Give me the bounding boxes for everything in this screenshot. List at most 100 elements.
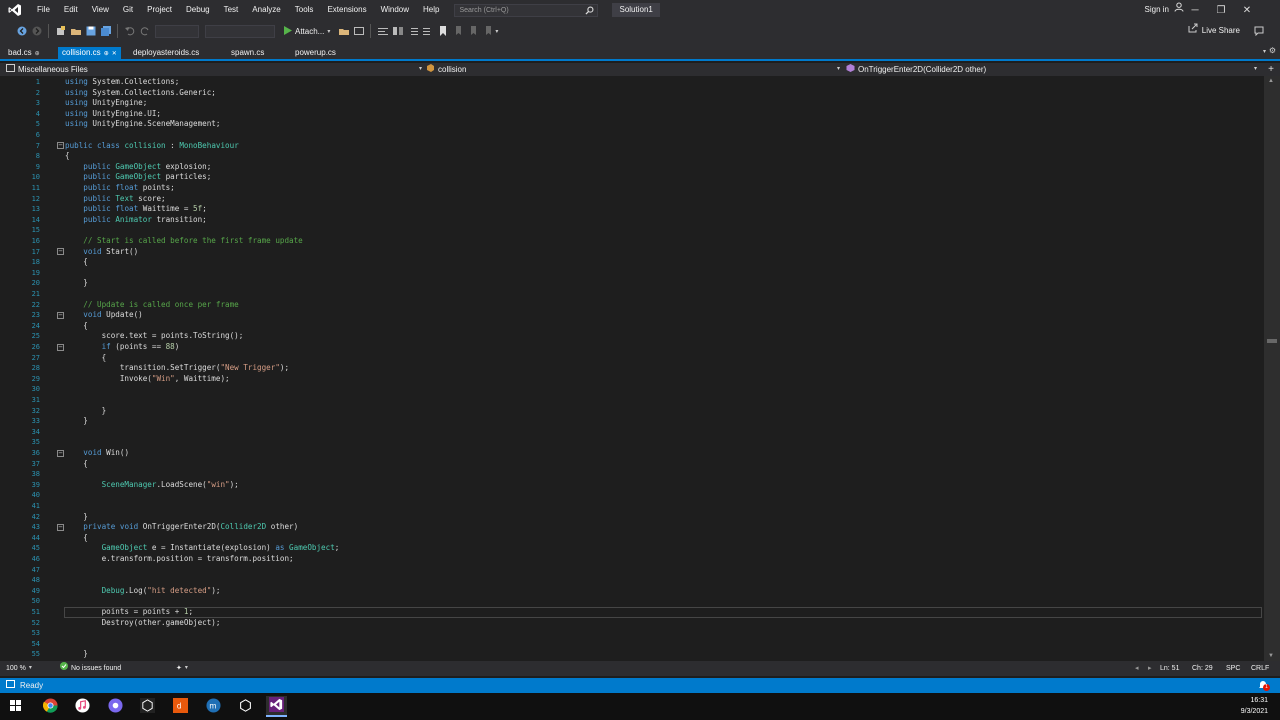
code-line[interactable]: transition.SetTrigger("New Trigger"); [65,363,289,374]
next-bookmark-icon[interactable] [467,26,478,37]
code-line[interactable]: points = points + 1; [65,607,193,618]
code-line[interactable]: private void OnTriggerEnter2D(Collider2D… [65,522,298,533]
close-tab-icon[interactable]: ✕ [112,51,117,57]
code-line[interactable]: // Update is called once per frame [65,300,238,311]
taskbar-chrome[interactable] [40,696,61,717]
forward-icon[interactable] [31,26,42,37]
code-line[interactable]: Destroy(other.gameObject); [65,618,221,629]
toolbar-overflow-icon[interactable]: ▾ [495,28,498,35]
code-line[interactable]: { [65,257,88,268]
menu-test[interactable]: Test [217,0,246,20]
code-line[interactable]: public Text score; [65,194,165,205]
restore-button[interactable]: ❐ [1208,0,1234,20]
code-line[interactable]: public GameObject particles; [65,172,211,183]
code-line[interactable]: public float Waittime = 5f; [65,204,206,215]
code-line[interactable]: public class collision : MonoBehaviour [65,141,239,152]
project-dropdown[interactable]: Miscellaneous Files ▾ [6,63,426,76]
sign-in-button[interactable]: Sign in [1145,0,1184,20]
back-icon[interactable] [16,26,27,37]
live-share-button[interactable]: Live Share [1188,20,1240,42]
whitespace-indicator[interactable]: SPC [1226,661,1240,676]
code-line[interactable]: using System.Collections; [65,77,179,88]
prev-bookmark-icon[interactable] [452,26,463,37]
code-line[interactable]: // Start is called before the first fram… [65,236,302,247]
code-line[interactable]: GameObject e = Instantiate(explosion) as… [65,543,340,554]
taskbar-mu-editor[interactable]: m [203,696,224,717]
indent-icon[interactable] [422,26,433,37]
code-line[interactable]: { [65,353,107,364]
code-line[interactable]: using UnityEngine.UI; [65,109,161,120]
menu-debug[interactable]: Debug [179,0,217,20]
redo-icon[interactable] [139,26,150,37]
code-line[interactable]: void Update() [65,310,142,321]
code-line[interactable]: { [65,151,70,162]
code-line[interactable]: SceneManager.LoadScene("win"); [65,480,239,491]
tab-deployasteroids-cs[interactable]: deployasteroids.cs [129,47,203,59]
search-input[interactable]: Search (Ctrl+Q) [454,3,599,17]
format-icon[interactable] [377,26,388,37]
platform-dropdown[interactable] [205,24,275,38]
taskbar-unity-hub[interactable] [137,696,158,717]
code-line[interactable]: e.transform.position = transform.positio… [65,554,294,565]
member-dropdown[interactable]: OnTriggerEnter2D(Collider2D other) ▾ [846,63,1261,76]
menu-edit[interactable]: Edit [57,0,85,20]
configuration-dropdown[interactable] [155,24,199,38]
tab-list-dropdown-icon[interactable]: ▾ [1263,48,1266,55]
code-line[interactable]: using UnityEngine; [65,98,147,109]
code-editor[interactable]: 1 2 3 4 5 6 7 8 9 10 11 12 13 14 15 16 17 18 19 20 21 22 23 24 2… [0,76,1264,661]
code-line[interactable]: if (points == 88) [65,342,180,353]
code-line[interactable]: } [65,512,88,523]
fold-toggle-icon[interactable]: − [57,248,64,256]
start-button[interactable] [5,696,26,717]
undo-icon[interactable] [124,26,135,37]
bookmark-icon[interactable] [437,26,448,37]
menu-git[interactable]: Git [116,0,140,20]
pin-icon[interactable]: ⊕ [35,51,40,57]
notifications-button[interactable]: 1 [1258,680,1270,691]
new-project-icon[interactable] [55,26,66,37]
zoom-dropdown[interactable]: 100 % ▾ [6,661,32,676]
taskbar-unity[interactable] [235,696,256,717]
fold-toggle-icon[interactable]: − [57,343,64,351]
code-line[interactable]: void Start() [65,247,138,258]
visual-studio-logo-icon[interactable] [0,0,30,20]
settings-gear-icon[interactable]: ⚙ [1269,46,1276,55]
save-all-icon[interactable] [100,26,111,37]
menu-help[interactable]: Help [416,0,446,20]
taskbar-itunes[interactable] [72,696,93,717]
code-line[interactable]: } [65,416,88,427]
minimize-button[interactable]: ─ [1182,0,1208,20]
code-line[interactable]: } [65,278,88,289]
scroll-right-icon[interactable]: ▸ [1148,661,1152,676]
close-button[interactable]: ✕ [1234,0,1260,20]
attach-button[interactable]: Attach... ▾ [284,25,330,37]
code-line[interactable]: score.text = points.ToString(); [65,331,244,342]
align-icon[interactable] [392,26,403,37]
outdent-icon[interactable] [407,26,418,37]
code-line[interactable]: { [65,533,88,544]
open-folder-icon[interactable] [70,26,81,37]
menu-analyze[interactable]: Analyze [245,0,287,20]
code-line[interactable]: } [65,649,88,660]
code-line[interactable]: using UnityEngine.SceneManagement; [65,119,220,130]
tab-spawn-cs[interactable]: spawn.cs [227,47,268,59]
column-indicator[interactable]: Ch: 29 [1192,661,1213,676]
code-cleanup-button[interactable]: ✦ ▾ [176,661,188,676]
taskbar-visual-studio[interactable] [266,696,287,717]
scroll-up-icon[interactable]: ▲ [1268,78,1274,84]
code-line[interactable]: } [65,406,107,417]
scrollbar-thumb[interactable] [1267,339,1277,343]
line-indicator[interactable]: Ln: 51 [1160,661,1179,676]
code-line[interactable]: public GameObject explosion; [65,162,211,173]
code-line[interactable]: { [65,321,88,332]
code-line[interactable]: public float points; [65,183,174,194]
system-clock[interactable]: 16:31 9/3/2021 [1241,695,1268,717]
menu-window[interactable]: Window [374,0,416,20]
screenshot-icon[interactable] [353,26,364,37]
code-line[interactable]: Debug.Log("hit detected"); [65,586,221,597]
save-icon[interactable] [85,26,96,37]
code-line[interactable]: void Win() [65,448,129,459]
menu-view[interactable]: View [85,0,116,20]
scroll-left-icon[interactable]: ◂ [1135,661,1139,676]
menu-project[interactable]: Project [140,0,179,20]
